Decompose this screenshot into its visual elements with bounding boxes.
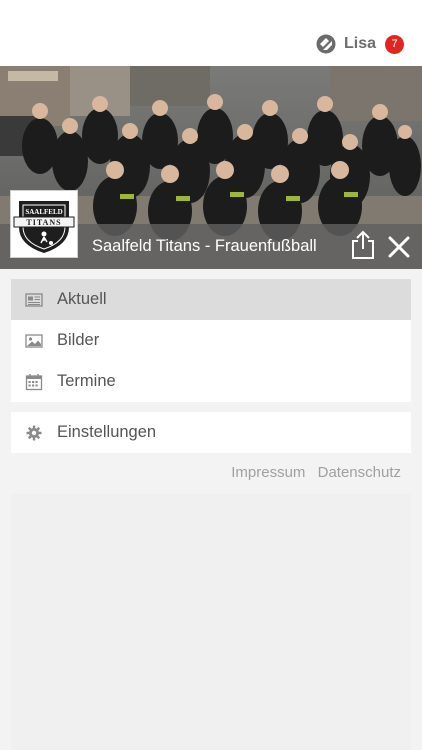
menu-item-aktuell[interactable]: Aktuell [11,279,411,320]
share-icon[interactable] [350,230,376,260]
menu-label-aktuell: Aktuell [57,290,107,308]
menu-item-termine[interactable]: Termine [11,361,411,402]
menu-label-termine: Termine [57,372,116,390]
newspaper-icon [25,292,43,307]
settings-menu: Einstellungen [11,412,411,453]
notification-badge[interactable]: 7 [385,34,404,54]
club-logo: SAALFELD TITANS [10,190,78,258]
logo-bottom-text: TITANS [26,218,61,227]
close-icon[interactable] [386,234,412,260]
top-bar: Lisa 7 [0,0,422,66]
impressum-link[interactable]: Impressum [231,464,305,481]
empty-content-area [11,494,411,750]
menu-label-bilder: Bilder [57,331,100,349]
footer-links: Impressum Datenschutz [223,464,401,481]
app-logo-icon [316,34,336,54]
menu-item-einstellungen[interactable]: Einstellungen [11,412,411,453]
club-title: Saalfeld Titans - Frauenfußball [92,237,317,255]
menu-item-bilder[interactable]: Bilder [11,320,411,361]
main-menu: Aktuell Bilder Termine [11,279,411,402]
team-header: SAALFELD TITANS Saalfeld Titans - Frauen… [0,66,422,269]
logo-top-text: SAALFELD [25,208,62,216]
calendar-icon [25,373,43,390]
shield-icon: SAALFELD TITANS [13,201,75,253]
gear-icon [26,425,42,440]
user-account[interactable]: Lisa 7 [316,32,404,56]
datenschutz-link[interactable]: Datenschutz [318,464,401,481]
menu-label-einstellungen: Einstellungen [57,423,157,441]
image-icon [25,333,43,348]
user-name: Lisa [343,35,376,52]
